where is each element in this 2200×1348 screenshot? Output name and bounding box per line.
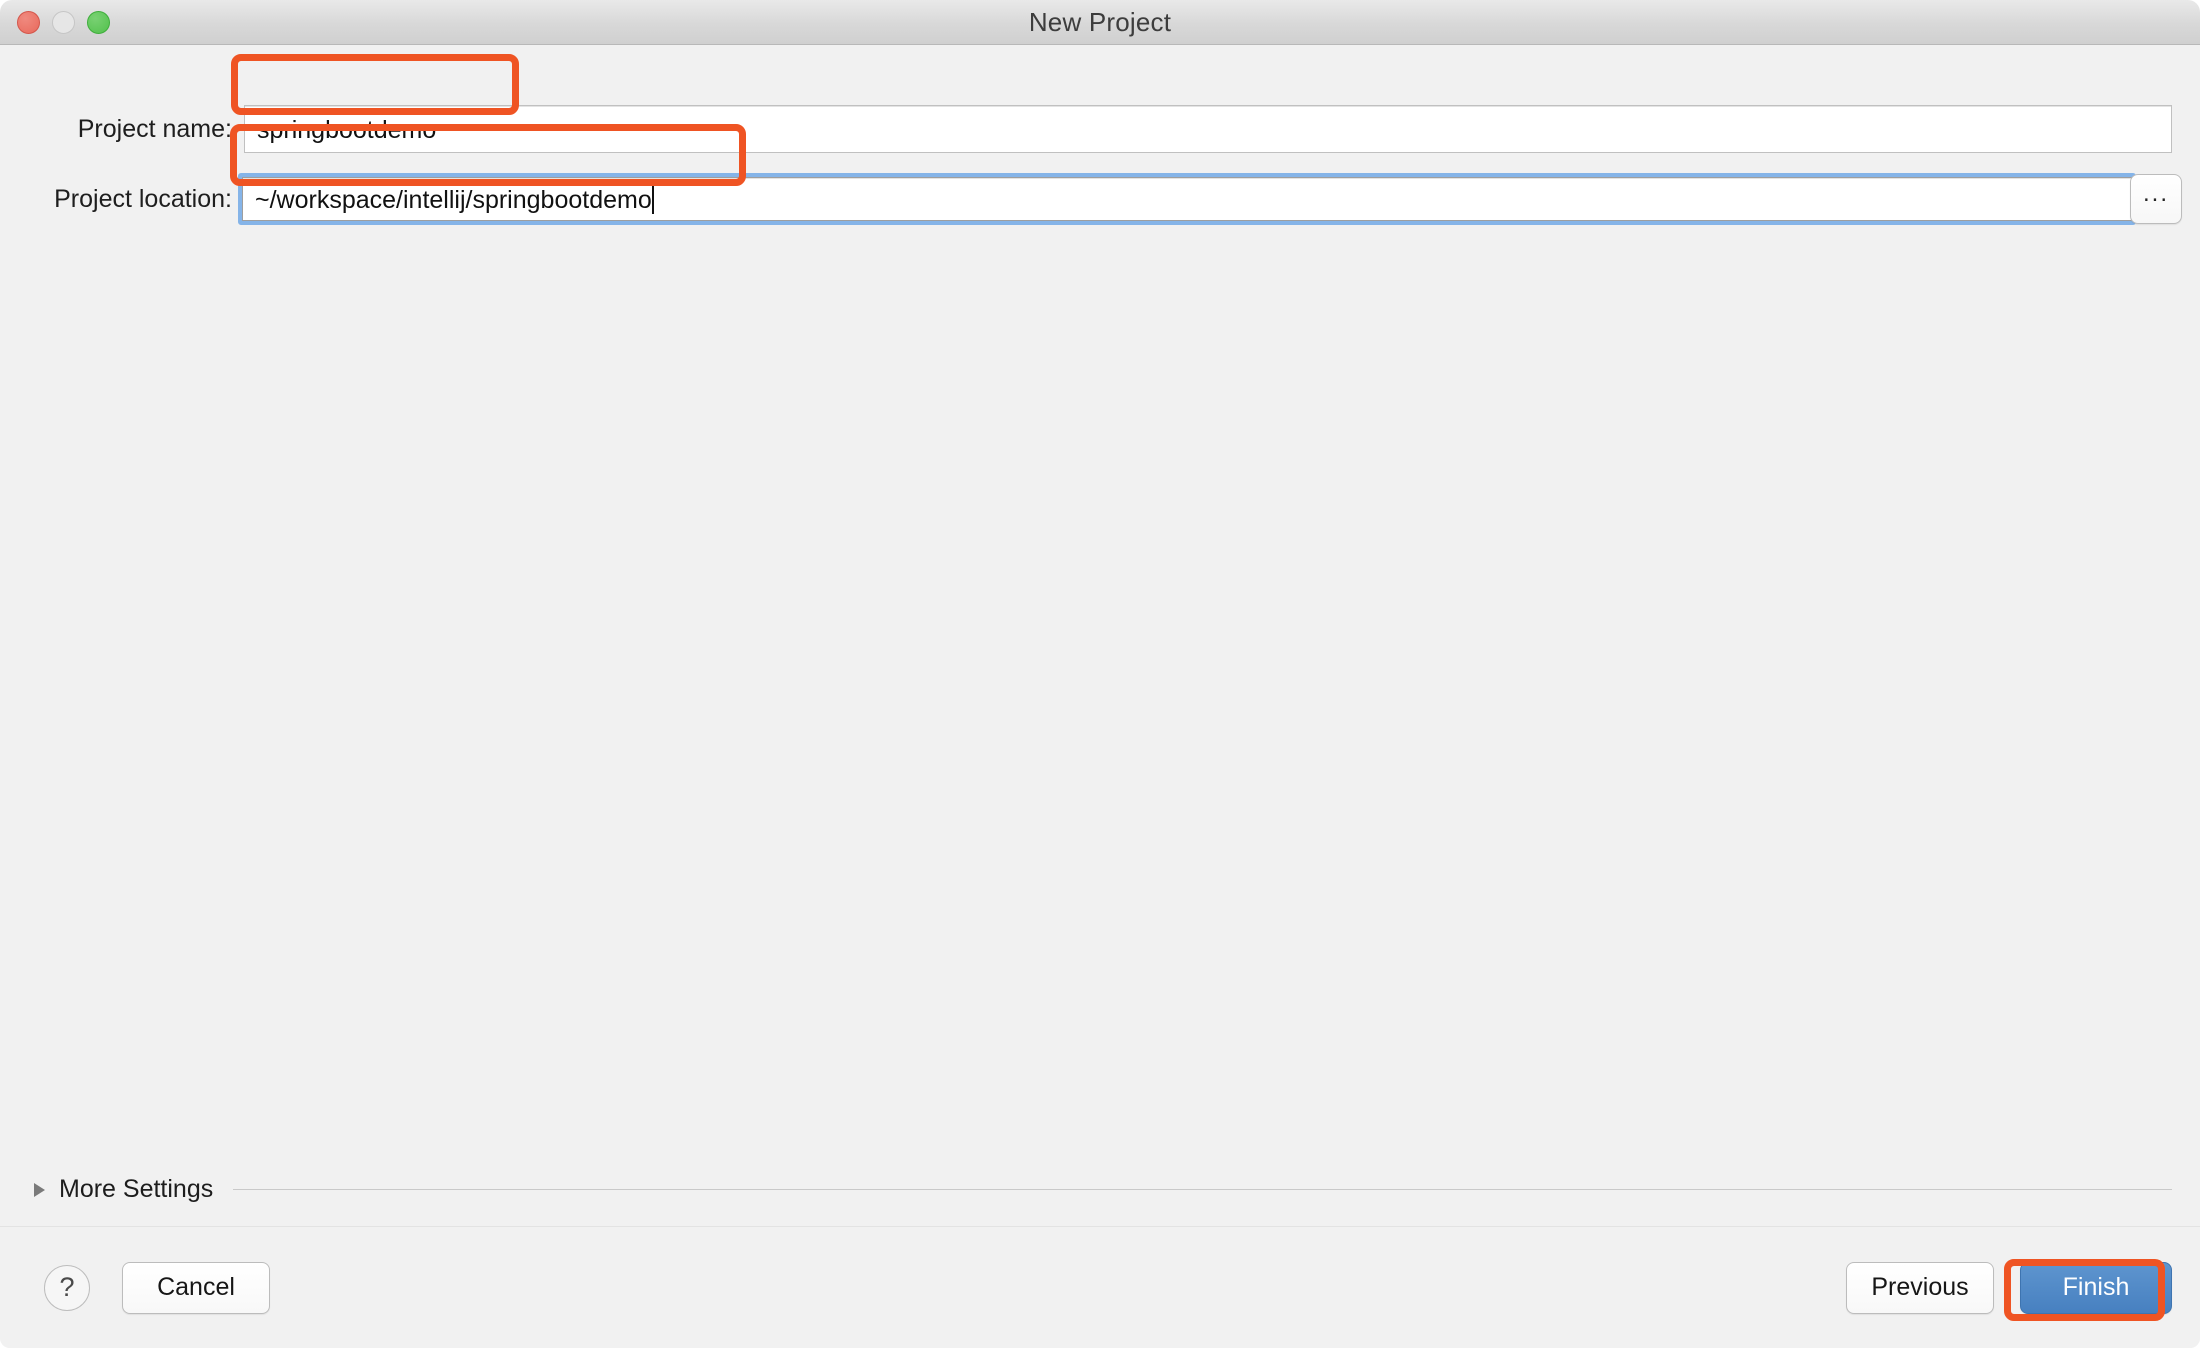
project-location-label: Project location: bbox=[0, 185, 232, 214]
dialog-content: Project name: springbootdemo Project loc… bbox=[0, 45, 2200, 1226]
cancel-button[interactable]: Cancel bbox=[122, 1262, 270, 1314]
new-project-dialog: New Project Project name: springbootdemo… bbox=[0, 0, 2200, 1348]
close-window-button[interactable] bbox=[17, 11, 40, 34]
dialog-footer: ? Cancel Previous Finish bbox=[0, 1226, 2200, 1348]
chevron-right-icon[interactable] bbox=[34, 1183, 45, 1197]
zoom-window-button[interactable] bbox=[87, 11, 110, 34]
minimize-window-button[interactable] bbox=[52, 11, 75, 34]
window-title: New Project bbox=[0, 7, 2200, 38]
project-name-label: Project name: bbox=[0, 115, 232, 144]
finish-button[interactable]: Finish bbox=[2020, 1262, 2172, 1314]
section-divider bbox=[233, 1189, 2172, 1190]
project-name-row: Project name: springbootdemo bbox=[0, 103, 2200, 155]
project-name-input[interactable]: springbootdemo bbox=[244, 105, 2172, 153]
browse-location-button[interactable]: ... bbox=[2130, 174, 2182, 224]
more-settings-section[interactable]: More Settings bbox=[34, 1175, 2172, 1204]
window-controls bbox=[17, 0, 110, 44]
project-location-text: ~/workspace/intellij/springbootdemo bbox=[255, 186, 652, 214]
project-location-row: Project location: ~/workspace/intellij/s… bbox=[0, 173, 2200, 225]
project-location-focus-ring: ~/workspace/intellij/springbootdemo bbox=[238, 173, 2136, 225]
previous-button[interactable]: Previous bbox=[1846, 1262, 1994, 1314]
help-button[interactable]: ? bbox=[44, 1265, 90, 1311]
more-settings-label: More Settings bbox=[59, 1175, 213, 1204]
title-bar: New Project bbox=[0, 0, 2200, 45]
text-caret bbox=[652, 184, 654, 214]
project-location-input[interactable]: ~/workspace/intellij/springbootdemo bbox=[242, 177, 2132, 221]
